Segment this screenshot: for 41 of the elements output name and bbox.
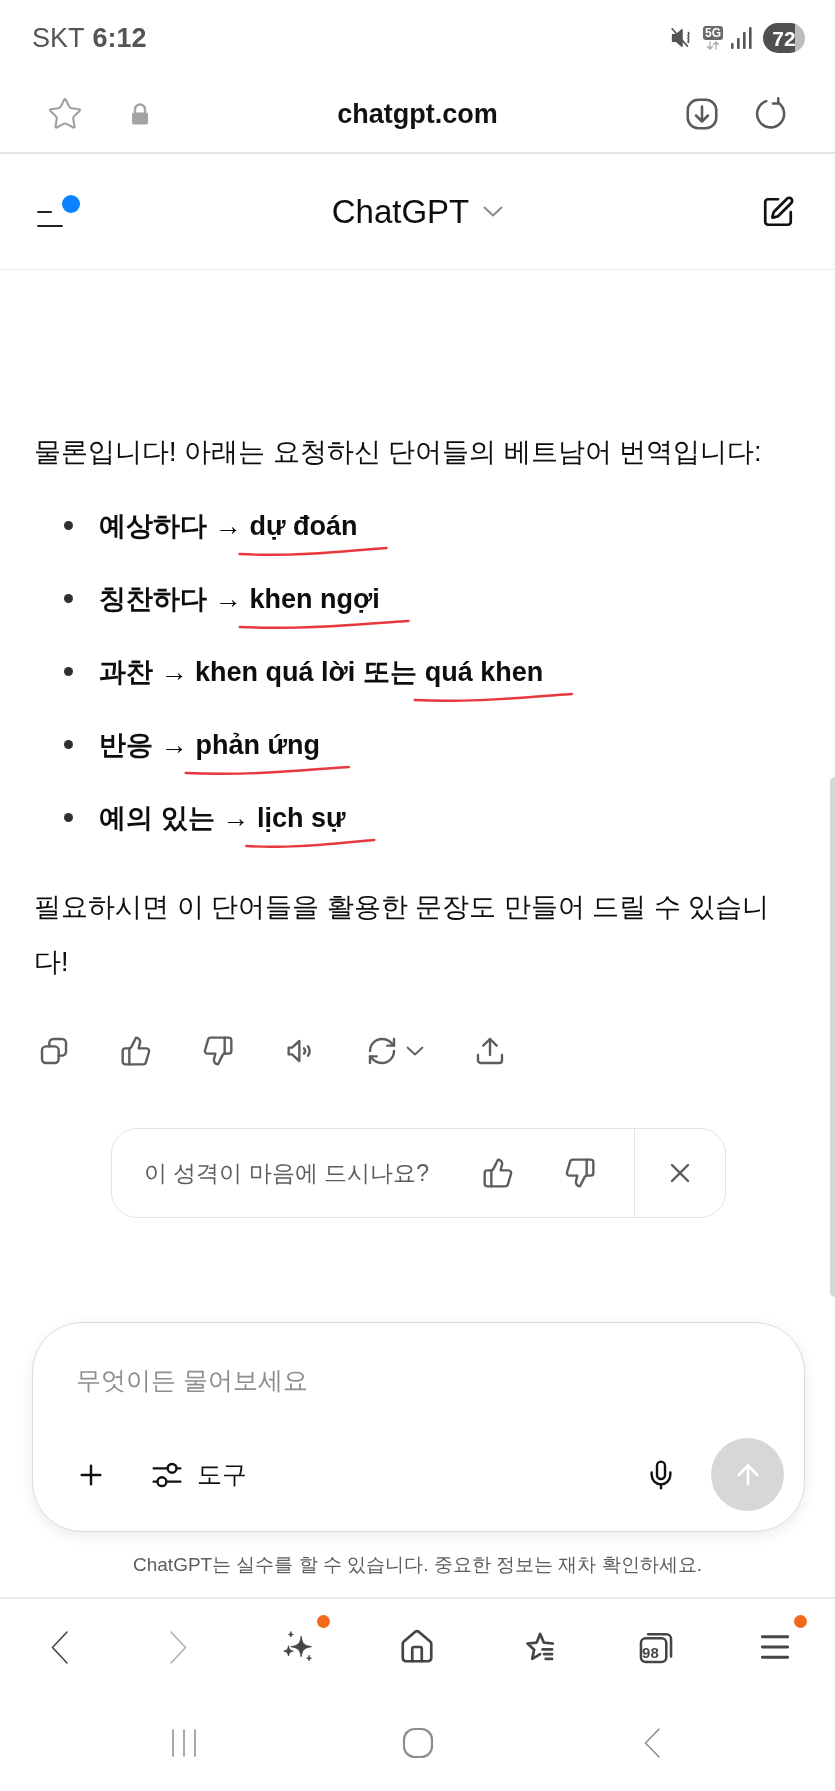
refresh-icon xyxy=(366,1035,398,1067)
prompt-input[interactable]: 무엇이든 물어보세요 xyxy=(76,1357,764,1403)
list-item-text: 예상하다 → xyxy=(99,510,242,541)
thumbs-up-icon xyxy=(120,1035,152,1067)
recent-apps-icon xyxy=(169,1728,198,1758)
signal-icon xyxy=(730,26,752,50)
chevron-down-icon xyxy=(483,206,504,217)
model-selector[interactable]: ChatGPT xyxy=(331,195,504,228)
thumbs-up-icon xyxy=(482,1157,514,1189)
url-text[interactable]: chatgpt.com xyxy=(337,100,498,128)
message-intro-text: 물론입니다! 아래는 요청하신 단어들의 베트남어 번역입니다: xyxy=(34,436,763,469)
list-item-text: 반응 → xyxy=(99,729,188,760)
bookmark-star-icon[interactable] xyxy=(47,96,83,132)
underlined-translation-text: khen ngợi xyxy=(249,583,380,614)
list-item-text: 예의 있는 → xyxy=(99,802,249,833)
lock-icon xyxy=(129,102,151,126)
sidebar-lines-icon xyxy=(36,208,64,229)
download-icon[interactable] xyxy=(684,96,720,132)
disclaimer-text: ChatGPT는 실수를 할 수 있습니다. 중요한 정보는 재차 확인하세요. xyxy=(133,1555,702,1574)
feedback-question-text: 이 성격이 마음에 드시나요? xyxy=(144,1161,429,1185)
thumbs-down-icon xyxy=(564,1157,596,1189)
underlined-translation-text: dự đoán xyxy=(249,510,358,541)
battery-level-badge: 72 xyxy=(763,23,805,53)
message-outro-text: 필요하시면 이 단어들을 활용한 문장도 만들어 드릴 수 있습니다! xyxy=(34,891,770,979)
share-icon xyxy=(474,1035,506,1067)
list-item-text: 칭찬하다 → xyxy=(99,583,242,614)
edit-icon xyxy=(761,194,795,229)
underlined-translation-text: quá khen xyxy=(424,656,544,687)
carrier-text: SKT xyxy=(32,24,85,52)
tabs-button[interactable]: 98 xyxy=(630,1621,683,1673)
copy-icon xyxy=(38,1035,70,1067)
thumbs-down-icon xyxy=(202,1035,234,1067)
clock-text: 6:12 xyxy=(92,24,147,52)
list-item-text: 과찬 → khen quá lời 또는 xyxy=(99,656,417,687)
chevron-down-icon xyxy=(406,1046,424,1056)
network-type-text: 5G xyxy=(703,26,723,40)
underlined-translation-text: phản ứng xyxy=(195,729,321,760)
tools-button[interactable]: 도구 xyxy=(151,1459,247,1490)
data-arrows-icon xyxy=(705,41,721,50)
sidebar-menu-button[interactable] xyxy=(36,194,80,229)
underlined-translation-text: lịch sự xyxy=(257,802,346,833)
